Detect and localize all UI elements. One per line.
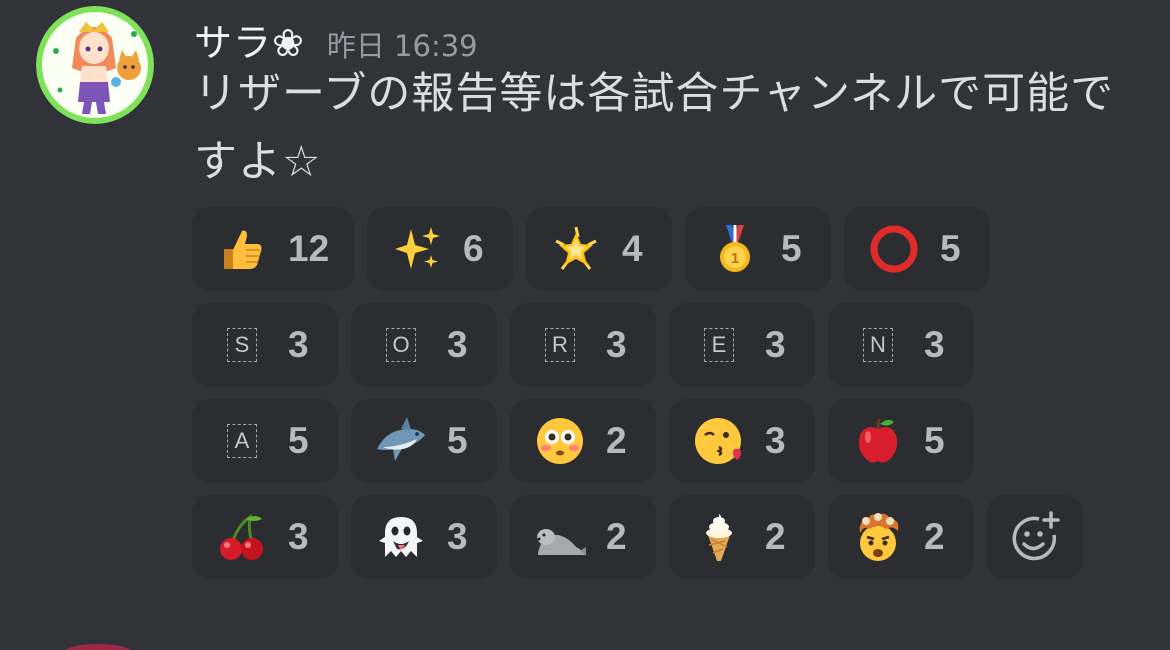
first-place-medal-icon: 1 — [707, 221, 763, 277]
reaction-row: 12 6 4 1 5 5 — [192, 207, 1132, 291]
add-reaction-icon — [1007, 509, 1063, 565]
reaction-kissing-face[interactable]: 3 — [669, 399, 815, 483]
message-header: サラ❀ 昨日 16:39 — [194, 12, 478, 67]
reaction-count: 2 — [606, 516, 627, 557]
letter-s-icon: S — [214, 317, 270, 373]
reaction-count: 5 — [924, 420, 945, 461]
reaction-shark[interactable]: 5 — [351, 399, 497, 483]
red-circle-icon — [866, 221, 922, 277]
chat-view: サラ❀ 昨日 16:39 リザーブの報告等は各試合チャンネルで可能ですよ☆ 12 — [0, 0, 1170, 650]
reaction-count: 3 — [765, 324, 786, 365]
next-message-avatar[interactable] — [62, 644, 134, 650]
message-timestamp[interactable]: 昨日 16:39 — [327, 23, 478, 65]
shark-icon — [373, 413, 429, 469]
glowing-star-icon — [548, 221, 604, 277]
reaction-count: 6 — [463, 228, 484, 269]
message-content: リザーブの報告等は各試合チャンネルで可能ですよ☆ — [194, 69, 1115, 187]
reaction-count: 3 — [447, 516, 468, 557]
reaction-seal[interactable]: 2 — [510, 495, 656, 579]
reaction-count: 3 — [606, 324, 627, 365]
reaction-letter-a[interactable]: A 5 — [192, 399, 338, 483]
reaction-row: A 5 5 2 3 5 — [192, 399, 1132, 483]
kissing-face-icon — [691, 413, 747, 469]
reaction-letter-s[interactable]: S 3 — [192, 303, 338, 387]
reaction-letter-n[interactable]: N 3 — [828, 303, 974, 387]
sparkles-icon — [389, 221, 445, 277]
reaction-count: 5 — [781, 228, 802, 269]
reaction-row: S 3 O 3 R 3 E 3 N 3 — [192, 303, 1132, 387]
reaction-count: 5 — [288, 420, 309, 461]
reaction-sparkles[interactable]: 6 — [367, 207, 513, 291]
reaction-count: 2 — [606, 420, 627, 461]
letter-a-icon: A — [214, 413, 270, 469]
reaction-row: 3 3 2 2 2 — [192, 495, 1132, 579]
reaction-count: 3 — [447, 324, 468, 365]
reaction-glowing-star[interactable]: 4 — [526, 207, 672, 291]
reaction-red-apple[interactable]: 5 — [828, 399, 974, 483]
svg-text:1: 1 — [731, 250, 739, 267]
reactions-bar: 12 6 4 1 5 5 S 3 O 3 R 3 E 3 N 3 A 5 5 2… — [192, 207, 1132, 591]
reaction-count: 5 — [940, 228, 961, 269]
reaction-soft-ice-cream[interactable]: 2 — [669, 495, 815, 579]
reaction-count: 2 — [765, 516, 786, 557]
reaction-red-circle[interactable]: 5 — [844, 207, 990, 291]
reaction-first-place-medal[interactable]: 1 5 — [685, 207, 831, 291]
reaction-count: 3 — [765, 420, 786, 461]
reaction-letter-e[interactable]: E 3 — [669, 303, 815, 387]
seal-icon — [532, 509, 588, 565]
reaction-count: 3 — [924, 324, 945, 365]
ghost-icon — [373, 509, 429, 565]
thumbs-up-icon — [214, 221, 270, 277]
reaction-letter-r[interactable]: R 3 — [510, 303, 656, 387]
reaction-count: 3 — [288, 324, 309, 365]
reaction-count: 12 — [288, 228, 330, 269]
exploding-head-icon — [850, 509, 906, 565]
username[interactable]: サラ❀ — [194, 12, 305, 67]
flushed-face-icon — [532, 413, 588, 469]
reaction-ghost[interactable]: 3 — [351, 495, 497, 579]
reaction-count: 3 — [288, 516, 309, 557]
cherries-icon — [214, 509, 270, 565]
reaction-flushed-face[interactable]: 2 — [510, 399, 656, 483]
letter-n-icon: N — [850, 317, 906, 373]
reaction-count: 2 — [924, 516, 945, 557]
avatar[interactable] — [36, 6, 154, 124]
red-apple-icon — [850, 413, 906, 469]
avatar-image — [36, 6, 154, 124]
reaction-cherries[interactable]: 3 — [192, 495, 338, 579]
letter-r-icon: R — [532, 317, 588, 373]
reaction-letter-o[interactable]: O 3 — [351, 303, 497, 387]
reaction-thumbs-up[interactable]: 12 — [192, 207, 354, 291]
reaction-count: 4 — [622, 228, 643, 269]
add-reaction-button[interactable] — [987, 495, 1083, 579]
soft-ice-cream-icon — [691, 509, 747, 565]
letter-o-icon: O — [373, 317, 429, 373]
reaction-exploding-head[interactable]: 2 — [828, 495, 974, 579]
reaction-count: 5 — [447, 420, 468, 461]
letter-e-icon: E — [691, 317, 747, 373]
